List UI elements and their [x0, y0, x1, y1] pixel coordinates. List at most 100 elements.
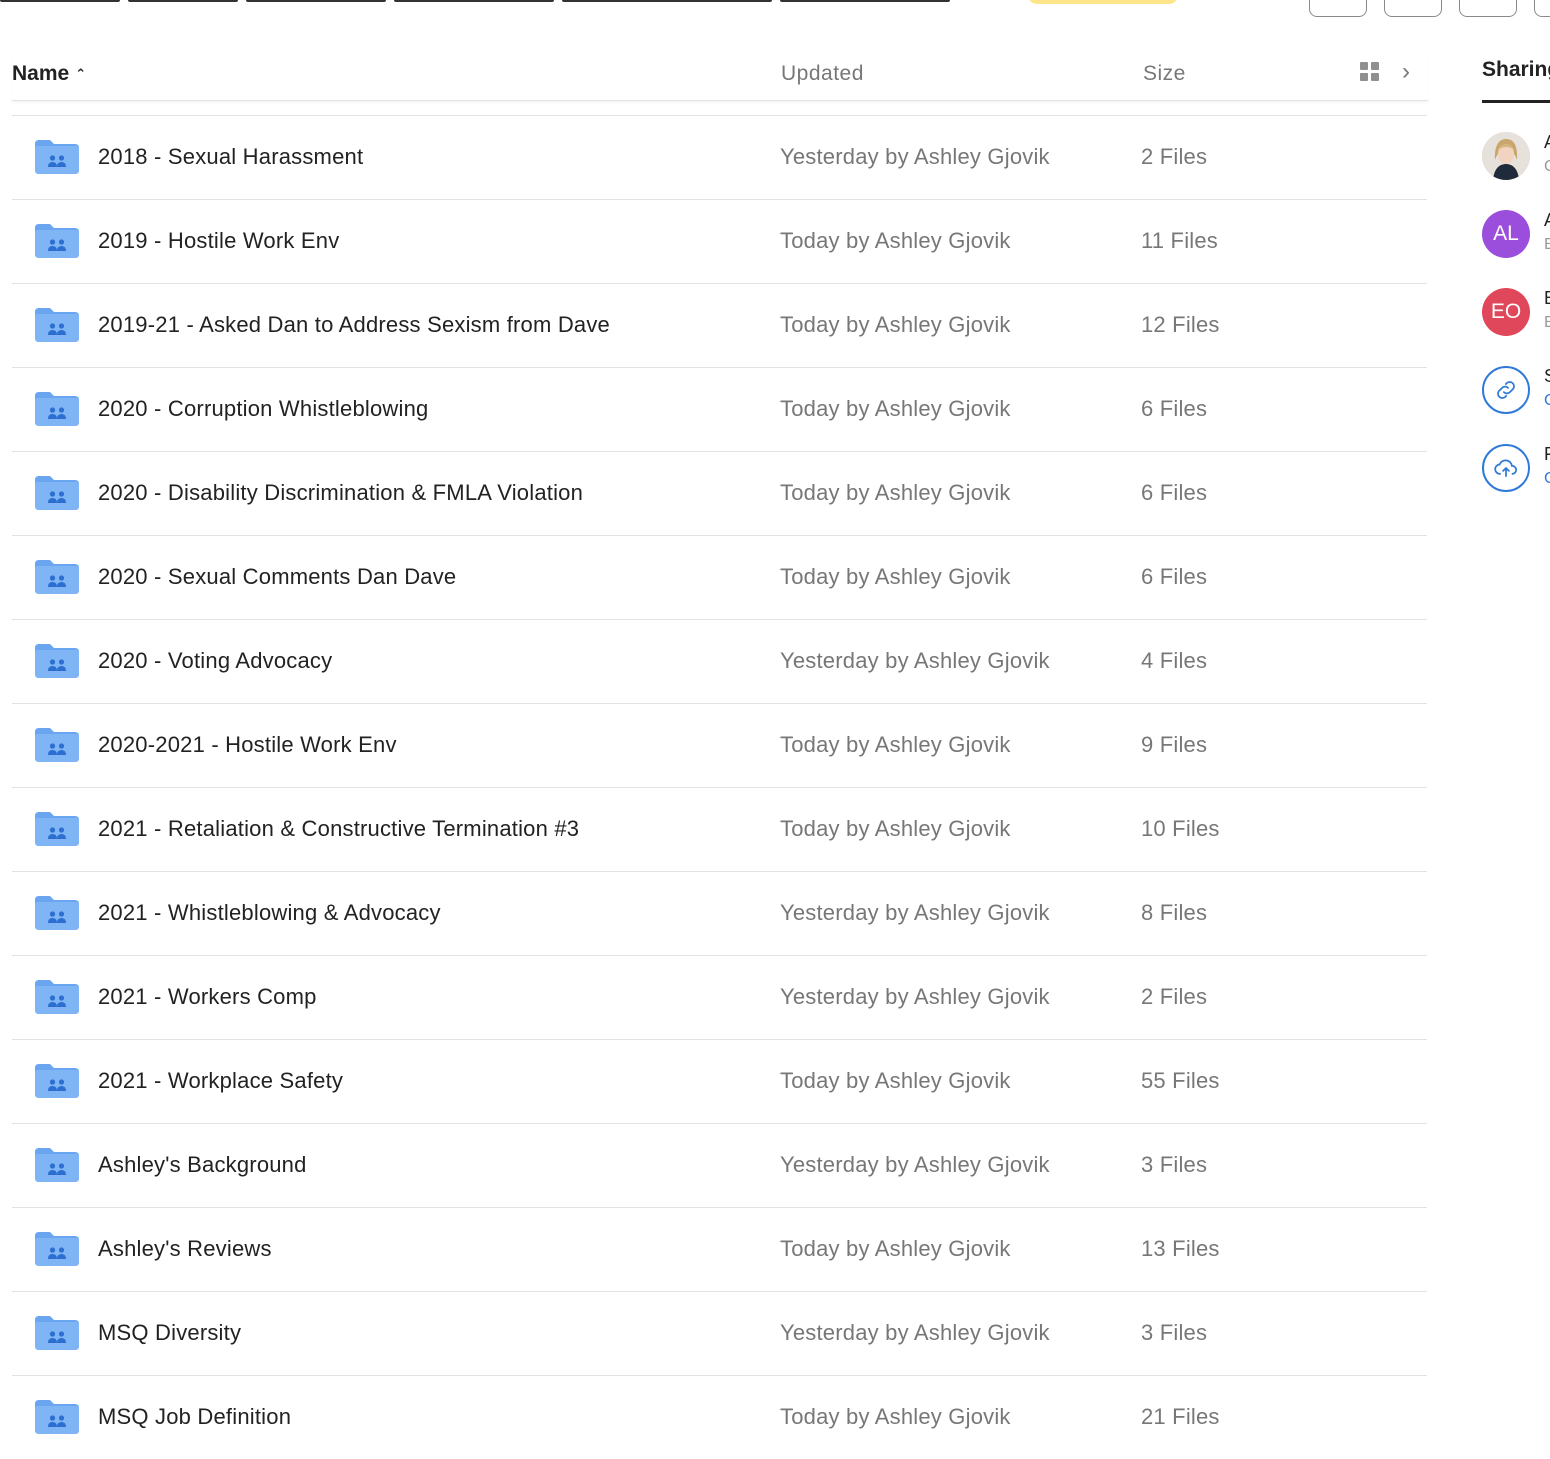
table-row[interactable]: 2021 - Retaliation & Constructive Termin…	[12, 787, 1427, 871]
folder-name[interactable]: 2020-2021 - Hostile Work Env	[98, 732, 397, 758]
folder-name[interactable]: 2020 - Corruption Whistleblowing	[98, 396, 428, 422]
folder-name[interactable]: 2021 - Retaliation & Constructive Termin…	[98, 816, 579, 842]
folder-name[interactable]: 2020 - Voting Advocacy	[98, 648, 332, 674]
table-row[interactable]: 2019 - Hostile Work Env Today by Ashley G…	[12, 199, 1427, 283]
folder-updated: Today by Ashley Gjovik	[780, 1404, 1011, 1429]
sharing-panel: Sharing A C AL A E EO E E S C F C	[1482, 52, 1550, 1440]
folder-name[interactable]: Ashley's Background	[98, 1152, 307, 1178]
table-row[interactable]: Ashley's Background Yesterday by Ashley G…	[12, 1123, 1427, 1207]
folder-size: 55 Files	[1141, 1068, 1220, 1093]
folder-name[interactable]: 2019 - Hostile Work Env	[98, 228, 339, 254]
grid-view-icon[interactable]	[1360, 62, 1380, 82]
table-row[interactable]: Ashley's Reviews Today by Ashley Gjovik 13…	[12, 1207, 1427, 1291]
folder-size: 4 Files	[1141, 648, 1208, 673]
folder-updated: Yesterday by Ashley Gjovik	[780, 1320, 1050, 1345]
shared-folder-icon	[34, 307, 80, 343]
person-2-name-clipped: A	[1544, 210, 1550, 231]
shared-folder-icon	[34, 1399, 80, 1435]
folder-size: 12 Files	[1141, 312, 1220, 337]
table-row[interactable]: 2020 - Disability Discrimination & FMLA …	[12, 451, 1427, 535]
folder-updated: Yesterday by Ashley Gjovik	[780, 648, 1050, 673]
table-row[interactable]: 2020 - Corruption Whistleblowing Today by…	[12, 367, 1427, 451]
share-link-button[interactable]	[1482, 366, 1530, 414]
folder-name[interactable]: 2021 - Whistleblowing & Advocacy	[98, 900, 441, 926]
folder-list: 2018 - Sexual Harassment Yesterday by Ash…	[12, 115, 1427, 1459]
table-row[interactable]: 2020-2021 - Hostile Work Env Today by Ash…	[12, 703, 1427, 787]
sharing-tab[interactable]: Sharing	[1482, 58, 1550, 82]
shared-folder-icon	[34, 811, 80, 847]
folder-updated: Yesterday by Ashley Gjovik	[780, 144, 1050, 169]
avatar-al[interactable]: AL	[1482, 210, 1530, 258]
table-row[interactable]: 2018 - Sexual Harassment Yesterday by Ash…	[12, 115, 1427, 199]
person-3-role-clipped: E	[1544, 314, 1550, 331]
folder-name[interactable]: 2020 - Sexual Comments Dan Dave	[98, 564, 456, 590]
person-2-role-clipped: E	[1544, 236, 1550, 253]
active-tab-underline	[1482, 100, 1550, 103]
toolbar-button-1[interactable]	[1309, 0, 1367, 17]
folder-size: 6 Files	[1141, 564, 1208, 589]
sort-ascending-icon: ⌃	[75, 66, 87, 81]
toolbar-button-2[interactable]	[1384, 0, 1442, 17]
folder-name[interactable]: 2019-21 - Asked Dan to Address Sexism fr…	[98, 312, 610, 338]
table-row[interactable]: 2021 - Workplace Safety Today by Ashley G…	[12, 1039, 1427, 1123]
folder-size: 3 Files	[1141, 1320, 1208, 1345]
folder-updated: Today by Ashley Gjovik	[780, 564, 1011, 589]
shared-folder-icon	[34, 979, 80, 1015]
folder-name[interactable]: MSQ Job Definition	[98, 1404, 291, 1430]
size-column-header[interactable]: Size	[1143, 62, 1186, 86]
folder-size: 9 Files	[1141, 732, 1208, 757]
shared-folder-icon	[34, 223, 80, 259]
folder-name[interactable]: Ashley's Reviews	[98, 1236, 272, 1262]
toolbar-button-3[interactable]	[1459, 0, 1517, 17]
toolbar-button-4[interactable]	[1534, 0, 1550, 17]
folder-name[interactable]: 2018 - Sexual Harassment	[98, 144, 363, 170]
folder-updated: Today by Ashley Gjovik	[780, 228, 1011, 253]
person-1-role-clipped: C	[1544, 158, 1550, 175]
folder-size: 6 Files	[1141, 396, 1208, 421]
table-row[interactable]: MSQ Job Definition Today by Ashley Gjovik…	[12, 1375, 1427, 1459]
folder-updated: Today by Ashley Gjovik	[780, 1236, 1011, 1261]
folder-updated: Today by Ashley Gjovik	[780, 732, 1011, 757]
table-row[interactable]: 2020 - Voting Advocacy Yesterday by Ashle…	[12, 619, 1427, 703]
shared-folder-icon	[34, 643, 80, 679]
folder-name[interactable]: 2020 - Disability Discrimination & FMLA …	[98, 480, 583, 506]
folder-updated: Today by Ashley Gjovik	[780, 396, 1011, 421]
folder-updated: Today by Ashley Gjovik	[780, 312, 1011, 337]
table-row[interactable]: MSQ Diversity Yesterday by Ashley Gjovik 3…	[12, 1291, 1427, 1375]
folder-updated: Today by Ashley Gjovik	[780, 480, 1011, 505]
folder-name[interactable]: 2021 - Workers Comp	[98, 984, 317, 1010]
table-row[interactable]: 2020 - Sexual Comments Dan Dave Today by …	[12, 535, 1427, 619]
shared-folder-icon	[34, 391, 80, 427]
folder-name[interactable]: 2021 - Workplace Safety	[98, 1068, 343, 1094]
folder-size: 21 Files	[1141, 1404, 1220, 1429]
avatar-photo[interactable]	[1482, 132, 1530, 180]
upload-sub-clipped[interactable]: C	[1544, 470, 1550, 488]
avatar-eo[interactable]: EO	[1482, 288, 1530, 336]
folder-name[interactable]: MSQ Diversity	[98, 1320, 241, 1346]
shared-folder-icon	[34, 727, 80, 763]
top-toolbar	[0, 0, 1550, 20]
link-sub-clipped[interactable]: C	[1544, 392, 1550, 410]
folder-size: 6 Files	[1141, 480, 1208, 505]
shared-folder-icon	[34, 559, 80, 595]
person-photo-icon	[1482, 132, 1530, 180]
upload-request-button[interactable]	[1482, 444, 1530, 492]
table-row[interactable]: 2021 - Workers Comp Yesterday by Ashley G…	[12, 955, 1427, 1039]
folder-size: 11 Files	[1141, 228, 1218, 253]
updated-column-header[interactable]: Updated	[781, 62, 864, 86]
folder-size: 10 Files	[1141, 816, 1220, 841]
link-label-clipped: S	[1544, 366, 1550, 387]
table-row[interactable]: 2019-21 - Asked Dan to Address Sexism fr…	[12, 283, 1427, 367]
folder-size: 8 Files	[1141, 900, 1208, 925]
name-column-header[interactable]: Name ⌃	[12, 62, 86, 86]
folder-updated: Today by Ashley Gjovik	[780, 816, 1011, 841]
folder-updated: Today by Ashley Gjovik	[780, 1068, 1011, 1093]
folder-size: 3 Files	[1141, 1152, 1208, 1177]
folder-updated: Yesterday by Ashley Gjovik	[780, 984, 1050, 1009]
name-column-label: Name	[12, 62, 70, 85]
upload-label-clipped: F	[1544, 444, 1550, 464]
shared-badge	[1028, 0, 1178, 4]
folder-size: 2 Files	[1141, 144, 1208, 169]
table-row[interactable]: 2021 - Whistleblowing & Advocacy Yesterda…	[12, 871, 1427, 955]
chevron-right-icon[interactable]: ›	[1402, 58, 1410, 86]
